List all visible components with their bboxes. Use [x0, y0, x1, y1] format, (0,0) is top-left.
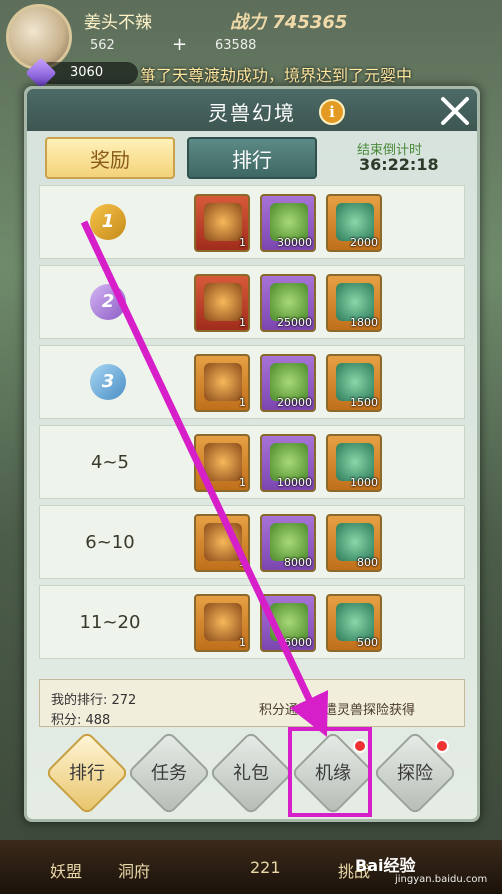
- reward-row: 3 1 20000 1500: [39, 345, 465, 419]
- item-quantity: 6000: [284, 636, 312, 649]
- bottom-nav-count[interactable]: 221: [250, 858, 281, 877]
- reward-item[interactable]: 1: [194, 194, 250, 252]
- reward-row: 6~10 1 8000 800: [39, 505, 465, 579]
- gem-value: 3060: [70, 65, 104, 80]
- watermark-sub: jingyan.baidu.com: [395, 874, 488, 885]
- close-icon[interactable]: [437, 93, 473, 129]
- nav-task-label: 任务: [151, 763, 187, 784]
- rank-medal-icon: 1: [90, 204, 126, 240]
- chest-icon: [204, 203, 242, 241]
- item-quantity: 1000: [350, 476, 378, 489]
- reward-item[interactable]: 1500: [326, 354, 382, 412]
- bottom-nav-cave[interactable]: 洞府: [118, 858, 150, 882]
- chest-icon: [204, 523, 242, 561]
- item-quantity: 30000: [277, 236, 312, 249]
- reward-item[interactable]: 10000: [260, 434, 316, 492]
- reward-item[interactable]: 25000: [260, 274, 316, 332]
- reward-item[interactable]: 1: [194, 274, 250, 332]
- chest-icon: [204, 283, 242, 321]
- item-quantity: 1800: [350, 316, 378, 329]
- reward-item[interactable]: 20000: [260, 354, 316, 412]
- bottom-nav-alliance[interactable]: 妖盟: [50, 858, 82, 882]
- nav-gift-label: 礼包: [233, 763, 269, 784]
- reward-item[interactable]: 8000: [260, 514, 316, 572]
- top-bar: 姜头不辣 战力 745365 562 + 63588 3060 箏了天尊渡劫成功…: [0, 0, 502, 90]
- reward-item[interactable]: 1: [194, 594, 250, 652]
- rank-medal-icon: 3: [90, 364, 126, 400]
- score-hint: 积分通过派遣灵兽探险获得: [259, 703, 416, 718]
- power-display: 战力 745365: [230, 12, 348, 33]
- rank-label: 6~10: [85, 532, 135, 553]
- reward-item[interactable]: 1800: [326, 274, 382, 332]
- resource-2: 63588: [215, 38, 257, 53]
- modal-title: 灵兽幻境: [208, 101, 296, 125]
- reward-row: 1 1 30000 2000: [39, 185, 465, 259]
- tab-rank[interactable]: 排行: [187, 137, 317, 179]
- reward-row: 2 1 25000 1800: [39, 265, 465, 339]
- my-score: 积分: 488: [51, 713, 111, 728]
- item-quantity: 25000: [277, 316, 312, 329]
- spirit-beast-modal: 灵兽幻境 i 奖励 排行 结束倒计时 36:22:18 1 1 30000 2000 2…: [24, 86, 480, 822]
- chest-icon: [204, 363, 242, 401]
- add-resource-icon[interactable]: +: [172, 34, 187, 55]
- item-quantity: 1: [239, 316, 246, 329]
- notification-dot-icon: [435, 739, 449, 753]
- item-quantity: 20000: [277, 396, 312, 409]
- item-quantity: 800: [357, 556, 378, 569]
- rank-medal-icon: 2: [90, 284, 126, 320]
- my-rank: 我的排行: 272: [51, 693, 137, 708]
- highlight-annotation: [288, 727, 372, 817]
- item-quantity: 10000: [277, 476, 312, 489]
- nav-explore-label: 探险: [397, 763, 433, 784]
- reward-item[interactable]: 1: [194, 514, 250, 572]
- reward-item[interactable]: 2000: [326, 194, 382, 252]
- reward-item[interactable]: 500: [326, 594, 382, 652]
- reward-item[interactable]: 30000: [260, 194, 316, 252]
- reward-row: 11~20 1 6000 500: [39, 585, 465, 659]
- item-quantity: 1: [239, 396, 246, 409]
- reward-item[interactable]: 1000: [326, 434, 382, 492]
- announcement-ticker: 箏了天尊渡劫成功，境界达到了元婴中: [140, 66, 413, 85]
- item-quantity: 1500: [350, 396, 378, 409]
- reward-item[interactable]: 6000: [260, 594, 316, 652]
- item-quantity: 1: [239, 556, 246, 569]
- item-quantity: 2000: [350, 236, 378, 249]
- reward-item[interactable]: 1: [194, 354, 250, 412]
- item-quantity: 1: [239, 636, 246, 649]
- reward-item[interactable]: 800: [326, 514, 382, 572]
- countdown-time: 36:22:18: [359, 155, 439, 174]
- tab-reward[interactable]: 奖励: [45, 137, 175, 179]
- item-quantity: 8000: [284, 556, 312, 569]
- watermark: Bai经验: [355, 856, 416, 875]
- item-quantity: 1: [239, 236, 246, 249]
- reward-item[interactable]: 1: [194, 434, 250, 492]
- reward-list[interactable]: 1 1 30000 2000 2 1 25000 1800 3 1 20000 1500 4~5 1 100…: [39, 185, 465, 661]
- chest-icon: [204, 603, 242, 641]
- rank-label: 4~5: [91, 452, 129, 473]
- player-name: 姜头不辣: [84, 13, 152, 33]
- reward-row: 4~5 1 10000 1000: [39, 425, 465, 499]
- chest-icon: [204, 443, 242, 481]
- item-quantity: 500: [357, 636, 378, 649]
- info-icon[interactable]: i: [319, 99, 345, 125]
- rank-label: 11~20: [79, 612, 141, 633]
- nav-rank-label: 排行: [69, 763, 105, 784]
- item-quantity: 1: [239, 476, 246, 489]
- resource-1: 562: [90, 38, 115, 53]
